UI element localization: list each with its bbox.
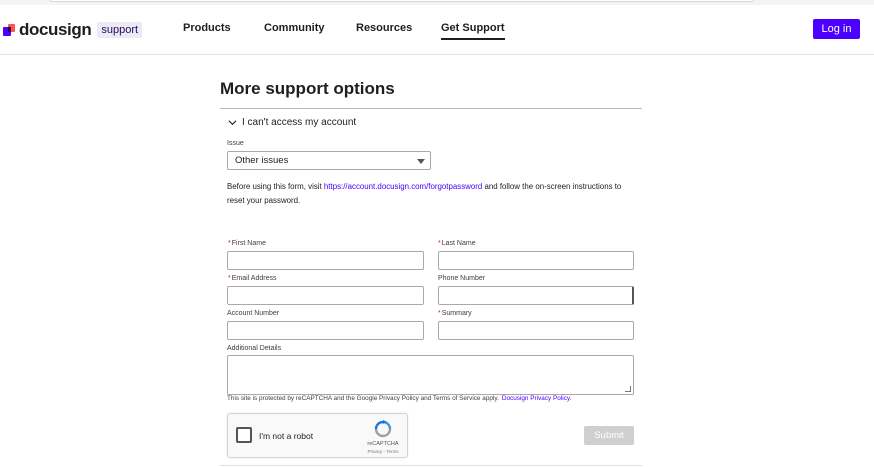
additional-details-textarea[interactable] xyxy=(227,355,634,395)
required-marker: * xyxy=(228,275,231,282)
page-title: More support options xyxy=(220,79,395,98)
required-marker: * xyxy=(228,240,231,247)
account-number-label: Account Number xyxy=(227,310,280,317)
phone-label: Phone Number xyxy=(438,275,486,282)
required-marker: * xyxy=(438,310,441,317)
summary-label: *Summary xyxy=(438,310,472,317)
nav-community[interactable]: Community xyxy=(264,22,325,34)
site-header: docusign support Products Community Reso… xyxy=(0,5,874,55)
summary-field[interactable] xyxy=(438,321,634,340)
last-name-label: *Last Name xyxy=(438,240,476,247)
required-marker: * xyxy=(438,240,441,247)
nav-get-support[interactable]: Get Support xyxy=(441,22,505,40)
phone-field[interactable] xyxy=(438,286,634,305)
accordion-toggle[interactable]: I can't access my account xyxy=(228,117,356,128)
last-name-field[interactable] xyxy=(438,251,634,270)
recaptcha-label: I'm not a robot xyxy=(259,431,314,441)
recaptcha-links[interactable]: Privacy - Terms xyxy=(356,449,410,454)
recaptcha-checkbox[interactable] xyxy=(236,427,252,443)
recaptcha-brand: reCAPTCHA xyxy=(367,441,399,447)
address-bar-edge xyxy=(48,0,756,2)
recaptcha-notice-text: This site is protected by reCAPTCHA and … xyxy=(227,395,499,402)
first-name-label: *First Name xyxy=(228,240,266,247)
docusign-logo-icon xyxy=(3,23,16,37)
login-button[interactable]: Log in xyxy=(813,19,860,39)
divider xyxy=(220,108,642,109)
info-text-before: Before using this form, visit xyxy=(227,182,324,191)
privacy-policy-link[interactable]: Docusign Privacy Policy. xyxy=(502,395,572,402)
caret-down-icon xyxy=(417,159,425,164)
bottom-divider xyxy=(220,465,642,466)
submit-button[interactable]: Submit xyxy=(584,426,634,445)
forgot-password-link[interactable]: https://account.docusign.com/forgotpassw… xyxy=(324,182,482,191)
brand-name: docusign xyxy=(19,20,92,39)
recaptcha-logo-icon xyxy=(374,420,392,438)
accordion-title: I can't access my account xyxy=(242,117,357,128)
nav-products[interactable]: Products xyxy=(183,22,231,34)
email-field[interactable] xyxy=(227,286,424,305)
recaptcha-notice: This site is protected by reCAPTCHA and … xyxy=(227,395,571,402)
resize-handle-icon[interactable] xyxy=(625,386,631,392)
chevron-down-icon xyxy=(228,120,237,126)
issue-selected-value: Other issues xyxy=(235,155,289,166)
additional-details-label: Additional Details xyxy=(227,345,282,352)
first-name-field[interactable] xyxy=(227,251,424,270)
account-number-field[interactable] xyxy=(227,321,424,340)
recaptcha-widget: I'm not a robot reCAPTCHA Privacy - Term… xyxy=(227,413,408,458)
issue-select[interactable]: Other issues xyxy=(227,151,431,170)
docusign-logo[interactable]: docusign support xyxy=(3,20,143,40)
nav-resources[interactable]: Resources xyxy=(356,22,412,34)
brand-tag: support xyxy=(97,22,143,38)
issue-label: Issue xyxy=(227,140,244,147)
email-label: *Email Address xyxy=(228,275,277,282)
info-text: Before using this form, visit https://ac… xyxy=(227,180,639,208)
